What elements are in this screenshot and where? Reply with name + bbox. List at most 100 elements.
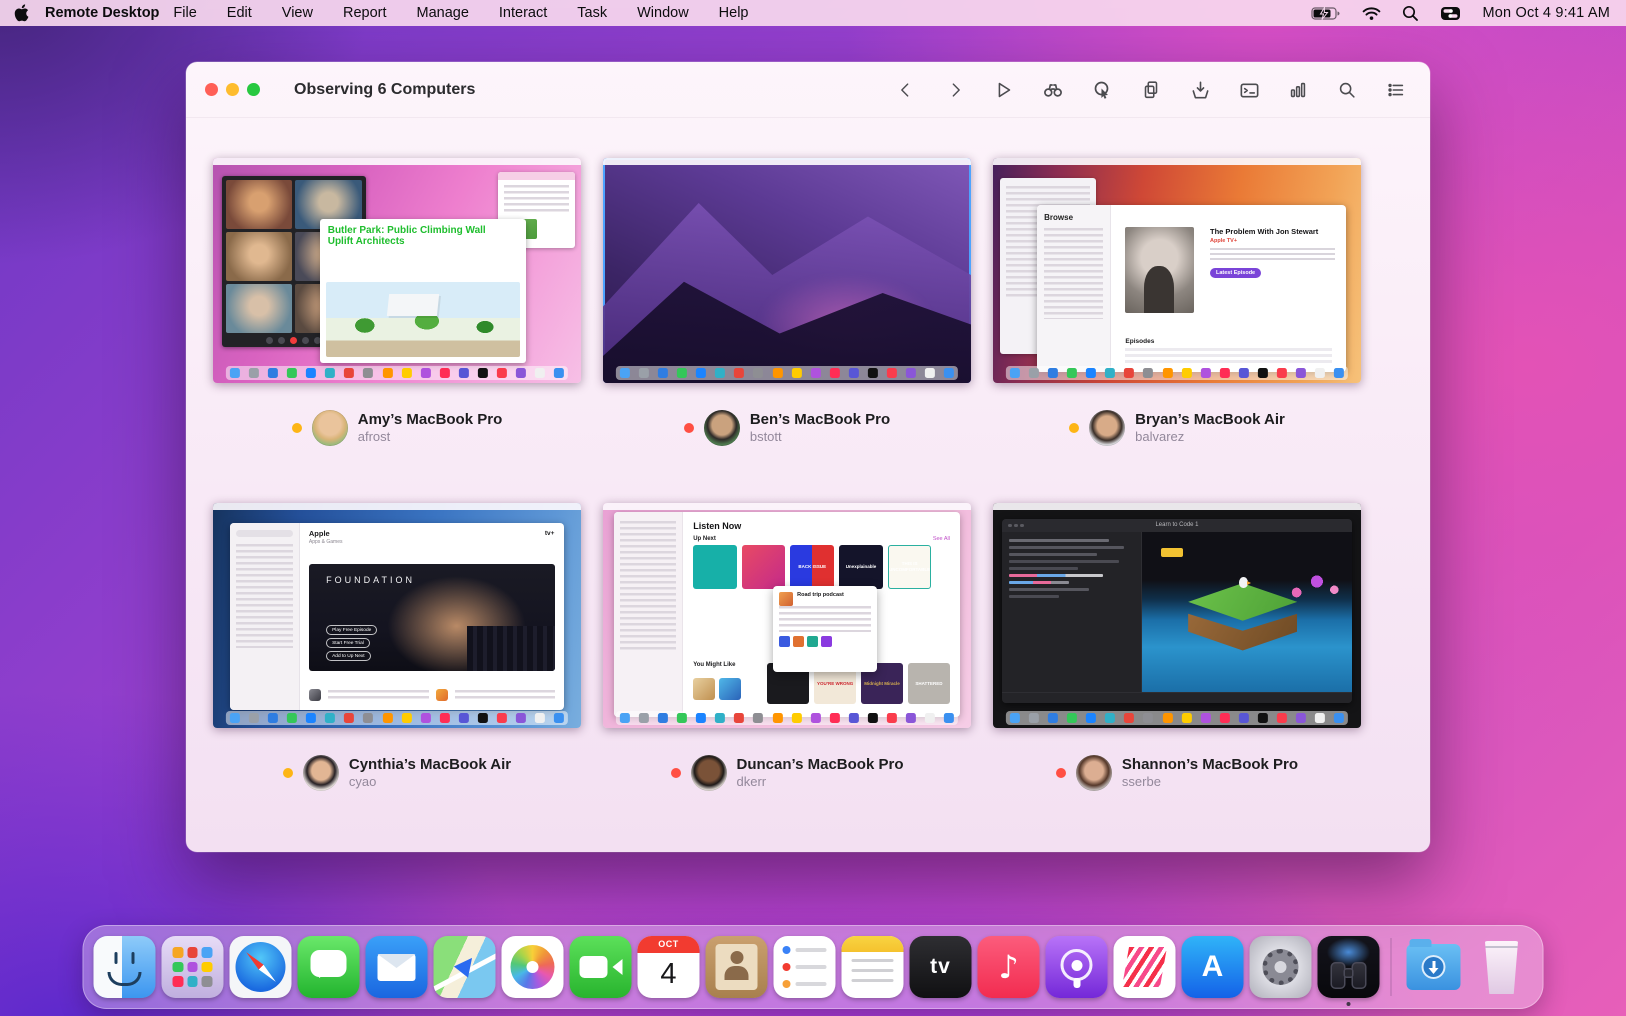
dock: OCT 4 [82, 925, 1544, 1009]
remote-desktop-window: Observing 6 Computers Butler Park: Publi… [186, 62, 1430, 852]
status-dot [282, 768, 293, 778]
dock-apple-tv-icon[interactable] [909, 936, 972, 998]
code-editor-panel [1002, 531, 1143, 693]
popup-mini-covers [779, 635, 871, 647]
dock-contacts-icon[interactable] [705, 936, 768, 998]
podcast-cover: BACK ISSUE [790, 545, 835, 589]
reports-chart-icon[interactable] [1286, 78, 1310, 102]
menu-manage[interactable]: Manage [417, 5, 469, 21]
dock-messages-icon[interactable] [297, 936, 360, 998]
dock-music-icon[interactable] [977, 936, 1040, 998]
shannon-screen-thumbnail[interactable]: Learn to Code 1 [993, 503, 1361, 728]
menu-view[interactable]: View [282, 5, 313, 21]
dock-downloads-icon[interactable] [1403, 936, 1465, 998]
run-task-icon[interactable] [992, 78, 1016, 102]
hero-buttons: Play Free Episode Start Free Trial Add t… [326, 625, 378, 662]
computer-name: Ben’s MacBook Pro [749, 410, 891, 428]
podcast-cover [693, 545, 737, 589]
ben-screen-thumbnail[interactable] [603, 158, 971, 383]
podcast-cover: THIS IS UNCOMFORTABLE [887, 545, 932, 589]
menu-file[interactable]: File [173, 5, 196, 21]
popup-title: Road trip podcast [797, 591, 844, 598]
dock-reminders-icon[interactable] [773, 936, 836, 998]
play-free-episode-button: Play Free Episode [326, 625, 378, 636]
window-titlebar[interactable]: Observing 6 Computers [186, 62, 1430, 118]
video-tile [226, 284, 293, 333]
computer-label: Cynthia’s MacBook Air cyao [213, 755, 581, 791]
dock-notes-icon[interactable] [841, 936, 904, 998]
spotlight-icon[interactable] [1402, 5, 1419, 22]
dock-remote-desktop-icon[interactable] [1317, 936, 1380, 1006]
computer-card-duncan: Listen Now Up Next See All BACK ISSUE Un… [603, 503, 971, 791]
dock-finder-icon[interactable] [93, 936, 156, 998]
control-center-icon[interactable] [1440, 6, 1461, 21]
playgrounds-title: Learn to Code 1 [1155, 522, 1199, 529]
zoom-window-button[interactable] [247, 83, 260, 96]
dock-news-icon[interactable] [1113, 936, 1176, 998]
wifi-icon[interactable] [1362, 6, 1381, 21]
episodes-heading: Episodes [1125, 338, 1155, 346]
store-search-field [235, 530, 293, 538]
park-render-image [325, 281, 520, 357]
avatar [690, 755, 727, 791]
dock-photos-icon[interactable] [501, 936, 564, 998]
minimize-window-button[interactable] [226, 83, 239, 96]
active-app-name[interactable]: Remote Desktop [45, 5, 159, 21]
remote-dock [225, 366, 569, 380]
status-dot [1069, 423, 1080, 433]
cynthia-screen-thumbnail[interactable]: Apple Apps & Games tv+ FOUNDATION Play F… [213, 503, 581, 728]
back-button[interactable] [894, 78, 918, 102]
copy-items-icon[interactable] [1139, 78, 1163, 102]
episodes-rows [1125, 348, 1333, 364]
apple-menu-icon[interactable] [14, 4, 29, 22]
presentation-title: Butler Park: Public Climbing Wall Uplift… [327, 224, 486, 248]
dock-launchpad-icon[interactable] [161, 936, 224, 998]
dock-maps-icon[interactable] [433, 936, 496, 998]
computer-label: Amy’s MacBook Pro afrost [213, 410, 581, 446]
dock-safari-icon[interactable] [229, 936, 292, 998]
menu-interact[interactable]: Interact [499, 5, 547, 21]
forward-button[interactable] [943, 78, 967, 102]
podcasts-sidebar [614, 512, 684, 717]
scene-island [1188, 583, 1298, 651]
dock-mail-icon[interactable] [365, 936, 428, 998]
store-main: Apple Apps & Games tv+ FOUNDATION Play F… [300, 523, 565, 710]
dock-podcasts-icon[interactable] [1045, 936, 1108, 998]
store-sidebar [229, 523, 300, 710]
scene-character [1238, 576, 1251, 588]
show-photo [1125, 226, 1194, 314]
list-view-icon[interactable] [1384, 78, 1408, 102]
app-store-window: Apple Apps & Games tv+ FOUNDATION Play F… [229, 523, 565, 710]
computer-user: dkerr [736, 774, 767, 790]
up-next-heading: Up Next [693, 536, 716, 542]
avatar [302, 755, 339, 791]
computer-name: Duncan’s MacBook Pro [736, 755, 904, 773]
control-screen-icon[interactable] [1090, 78, 1114, 102]
dock-system-preferences-icon[interactable] [1249, 936, 1312, 998]
duncan-screen-thumbnail[interactable]: Listen Now Up Next See All BACK ISSUE Un… [603, 503, 971, 728]
search-icon[interactable] [1335, 78, 1359, 102]
unix-command-icon[interactable] [1237, 78, 1261, 102]
menu-window[interactable]: Window [637, 5, 689, 21]
dock-trash-icon[interactable] [1471, 936, 1533, 998]
computer-card-ben: Ben’s MacBook Pro bstott [603, 158, 971, 446]
menu-report[interactable]: Report [343, 5, 387, 21]
menu-edit[interactable]: Edit [227, 5, 252, 21]
battery-icon[interactable] [1311, 5, 1341, 21]
close-window-button[interactable] [205, 83, 218, 96]
listen-now-title: Listen Now [693, 521, 742, 531]
install-package-icon[interactable] [1188, 78, 1212, 102]
menu-help[interactable]: Help [719, 5, 749, 21]
tv-app-window: Browse The Problem With Jon Stewart Appl… [1037, 205, 1347, 372]
bryan-screen-thumbnail[interactable]: Browse The Problem With Jon Stewart Appl… [993, 158, 1361, 383]
observe-binoculars-icon[interactable] [1041, 78, 1065, 102]
dock-calendar-icon[interactable]: OCT 4 [637, 936, 700, 998]
video-tile [226, 180, 293, 229]
dock-app-store-icon[interactable] [1181, 936, 1244, 998]
dock-facetime-icon[interactable] [569, 936, 632, 998]
menu-bar-clock[interactable]: Mon Oct 4 9:41 AM [1482, 5, 1610, 21]
show-title: The Problem With Jon Stewart [1210, 226, 1319, 236]
menu-task[interactable]: Task [577, 5, 607, 21]
computer-user: sserbe [1121, 774, 1161, 790]
amy-screen-thumbnail[interactable]: Butler Park: Public Climbing Wall Uplift… [213, 158, 581, 383]
